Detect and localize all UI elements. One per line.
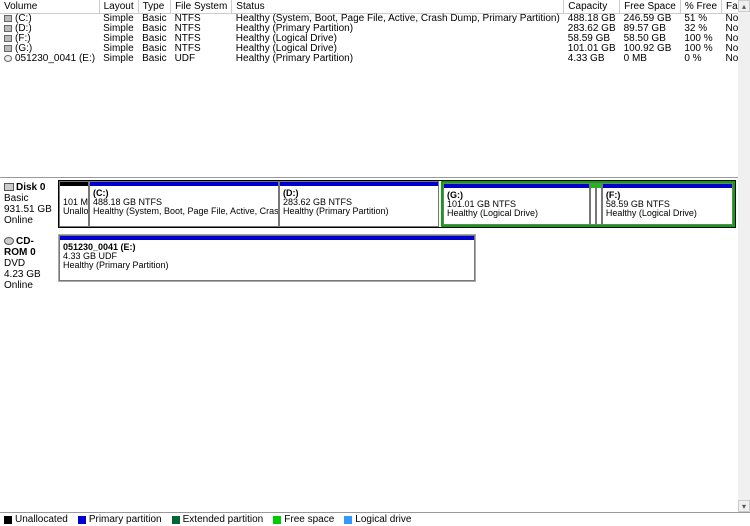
scrollbar[interactable]: ▴ ▾ bbox=[738, 0, 750, 512]
vol-type: Basic bbox=[138, 54, 170, 64]
seg-g[interactable]: (G:)101.01 GB NTFSHealthy (Logical Drive… bbox=[443, 183, 590, 225]
col-fs[interactable]: File System bbox=[171, 0, 232, 14]
table-row[interactable]: 051230_0041 (E:) Simple Basic UDF Health… bbox=[0, 54, 750, 64]
vol-free: 0 MB bbox=[620, 54, 681, 64]
legend-primary: Primary partition bbox=[78, 514, 162, 525]
cdrom-icon bbox=[4, 237, 14, 245]
scroll-down-button[interactable]: ▾ bbox=[738, 500, 750, 512]
d-status: Healthy (Primary Partition) bbox=[283, 206, 389, 216]
seg-c[interactable]: (C:)488.18 GB NTFSHealthy (System, Boot,… bbox=[89, 181, 279, 227]
cdrom-0-size: 4.23 GB bbox=[4, 269, 56, 280]
extended-partition-group: (G:)101.01 GB NTFSHealthy (Logical Drive… bbox=[441, 181, 735, 227]
legend-extended: Extended partition bbox=[172, 514, 264, 525]
drive-icon bbox=[4, 45, 12, 52]
seg-f[interactable]: (F:)58.59 GB NTFSHealthy (Logical Drive) bbox=[602, 183, 733, 225]
volume-table-container[interactable]: Volume Layout Type File System Status Ca… bbox=[0, 0, 750, 178]
vol-pct: 0 % bbox=[680, 54, 721, 64]
legend-free: Free space bbox=[273, 514, 334, 525]
seg-unallocated[interactable]: 101 MBUnallocated bbox=[59, 181, 89, 227]
drive-icon bbox=[4, 15, 12, 22]
header-row: Volume Layout Type File System Status Ca… bbox=[0, 0, 750, 14]
cdrom-0-info[interactable]: CD-ROM 0 DVD 4.23 GB Online bbox=[2, 234, 58, 293]
col-layout[interactable]: Layout bbox=[99, 0, 138, 14]
e-status: Healthy (Primary Partition) bbox=[63, 260, 169, 270]
disk-map-area: Disk 0 Basic 931.51 GB Online 101 MBUnal… bbox=[0, 178, 750, 293]
col-capacity[interactable]: Capacity bbox=[564, 0, 620, 14]
seg-d[interactable]: (D:)283.62 GB NTFSHealthy (Primary Parti… bbox=[279, 181, 439, 227]
cdrom-0-row: CD-ROM 0 DVD 4.23 GB Online 051230_0041 … bbox=[2, 234, 748, 293]
col-volume[interactable]: Volume bbox=[0, 0, 99, 14]
disk-0-type: Basic bbox=[4, 193, 56, 204]
vol-layout: Simple bbox=[99, 54, 138, 64]
disk-0-info[interactable]: Disk 0 Basic 931.51 GB Online bbox=[2, 180, 58, 228]
legend-logical: Logical drive bbox=[344, 514, 411, 525]
cdrom-0-type: DVD bbox=[4, 258, 56, 269]
legend: Unallocated Primary partition Extended p… bbox=[0, 512, 750, 526]
vol-status: Healthy (Primary Partition) bbox=[232, 54, 564, 64]
f-status: Healthy (Logical Drive) bbox=[606, 208, 697, 218]
col-status[interactable]: Status bbox=[232, 0, 564, 14]
disk-0-title: Disk 0 bbox=[16, 182, 45, 193]
disc-icon bbox=[4, 55, 12, 62]
volume-table: Volume Layout Type File System Status Ca… bbox=[0, 0, 750, 64]
cdrom-0-map: 051230_0041 (E:)4.33 GB UDFHealthy (Prim… bbox=[58, 234, 476, 282]
drive-icon bbox=[4, 35, 12, 42]
vol-name: 051230_0041 (E:) bbox=[15, 53, 95, 64]
col-pct[interactable]: % Free bbox=[680, 0, 721, 14]
g-status: Healthy (Logical Drive) bbox=[447, 208, 538, 218]
col-type[interactable]: Type bbox=[138, 0, 170, 14]
c-status: Healthy (System, Boot, Page File, Active… bbox=[93, 206, 278, 216]
scroll-up-button[interactable]: ▴ bbox=[738, 0, 750, 12]
disk-0-map: 101 MBUnallocated (C:)488.18 GB NTFSHeal… bbox=[58, 180, 736, 228]
seg-e[interactable]: 051230_0041 (E:)4.33 GB UDFHealthy (Prim… bbox=[59, 235, 475, 281]
legend-unallocated: Unallocated bbox=[4, 514, 68, 525]
disk-icon bbox=[4, 183, 14, 191]
col-free[interactable]: Free Space bbox=[620, 0, 681, 14]
cdrom-0-state: Online bbox=[4, 280, 56, 291]
drive-icon bbox=[4, 25, 12, 32]
unalloc-label: Unallocated bbox=[63, 206, 88, 216]
disk-0-size: 931.51 GB bbox=[4, 204, 56, 215]
vol-fs: UDF bbox=[171, 54, 232, 64]
disk-0-row: Disk 0 Basic 931.51 GB Online 101 MBUnal… bbox=[2, 180, 748, 228]
disk-0-state: Online bbox=[4, 215, 56, 226]
vol-cap: 4.33 GB bbox=[564, 54, 620, 64]
